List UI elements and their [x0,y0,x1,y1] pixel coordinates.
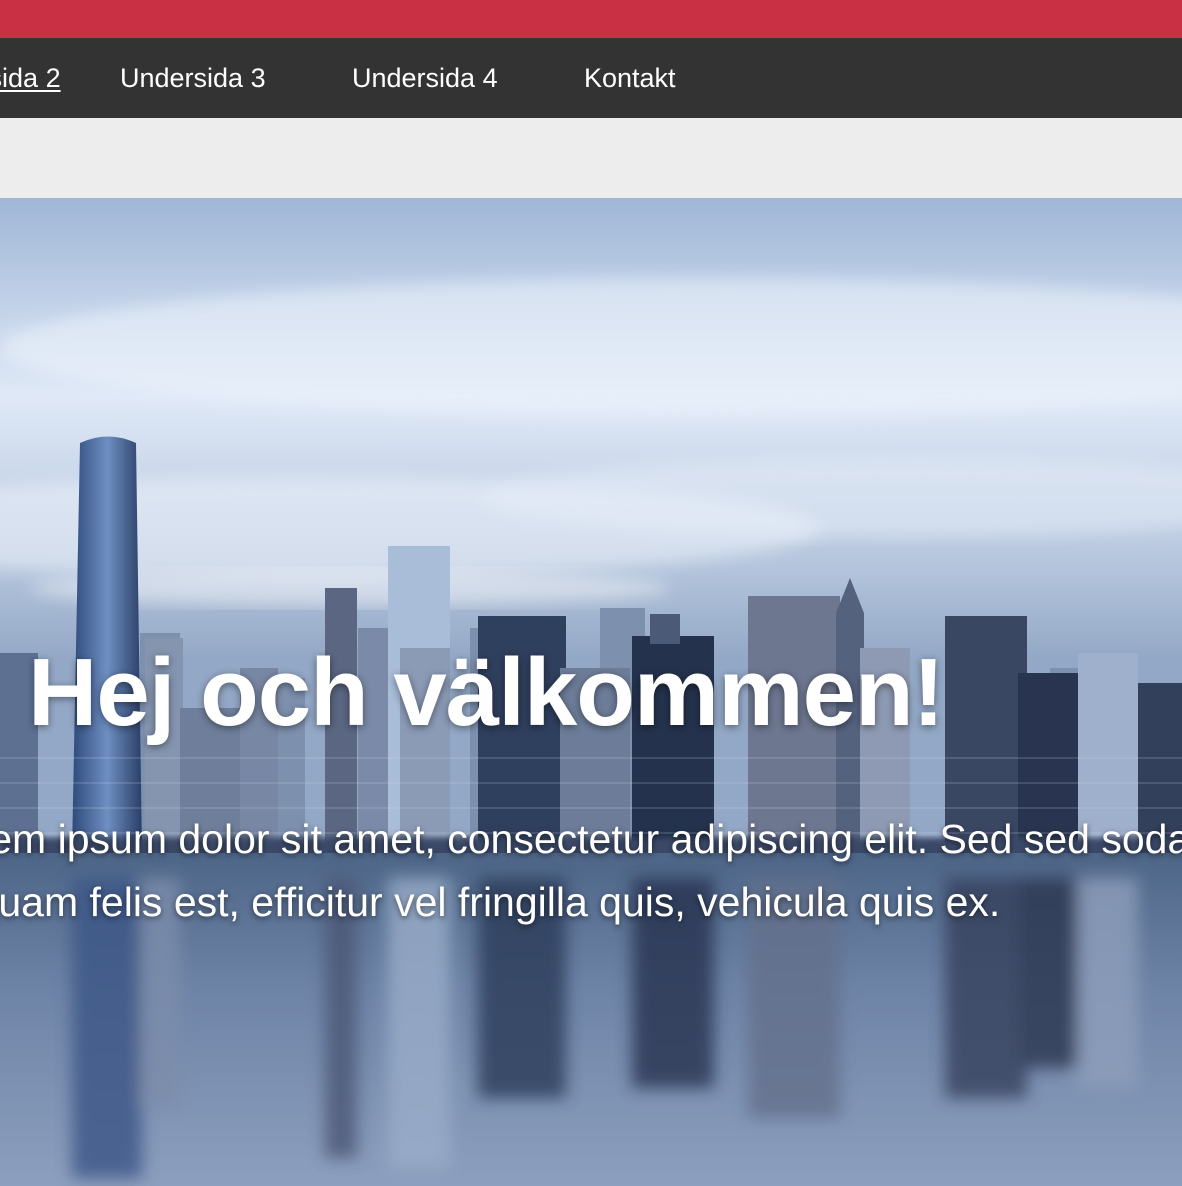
nav-link-undersida-2[interactable]: Undersida 2 [0,38,61,118]
nav-link-undersida-4[interactable]: Undersida 4 [352,38,498,118]
sub-header-bar [0,118,1182,198]
hero-title: Hej och välkommen! [28,639,945,746]
hero-section: Hej och välkommen! Lorem ipsum dolor sit… [0,198,1182,1186]
top-accent-bar [0,0,1182,38]
nav-link-kontakt[interactable]: Kontakt [584,38,676,118]
hero-text: Lorem ipsum dolor sit amet, consectetur … [0,816,1182,925]
nav-link-undersida-3[interactable]: Undersida 3 [120,38,266,118]
main-navigation: Undersida 2 Undersida 3 Undersida 4 Kont… [0,38,1182,118]
